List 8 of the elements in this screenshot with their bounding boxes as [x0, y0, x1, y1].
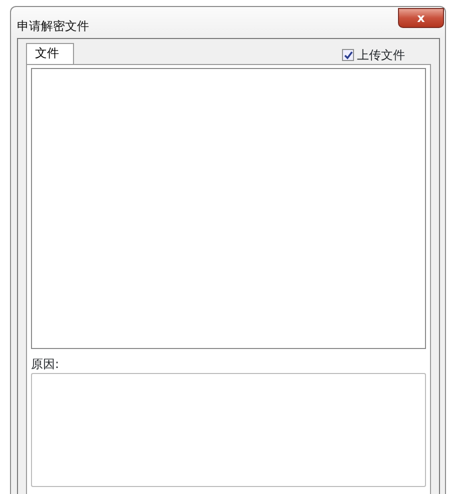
check-icon: [344, 50, 352, 60]
reason-field[interactable]: [31, 373, 426, 487]
file-tab[interactable]: 文件: [26, 43, 74, 64]
reason-label: 原因:: [31, 357, 60, 371]
close-button[interactable]: x: [398, 8, 444, 28]
file-list[interactable]: [31, 68, 426, 349]
window-title: 申请解密文件: [17, 18, 89, 35]
upload-checkbox[interactable]: 上传文件: [342, 46, 405, 64]
